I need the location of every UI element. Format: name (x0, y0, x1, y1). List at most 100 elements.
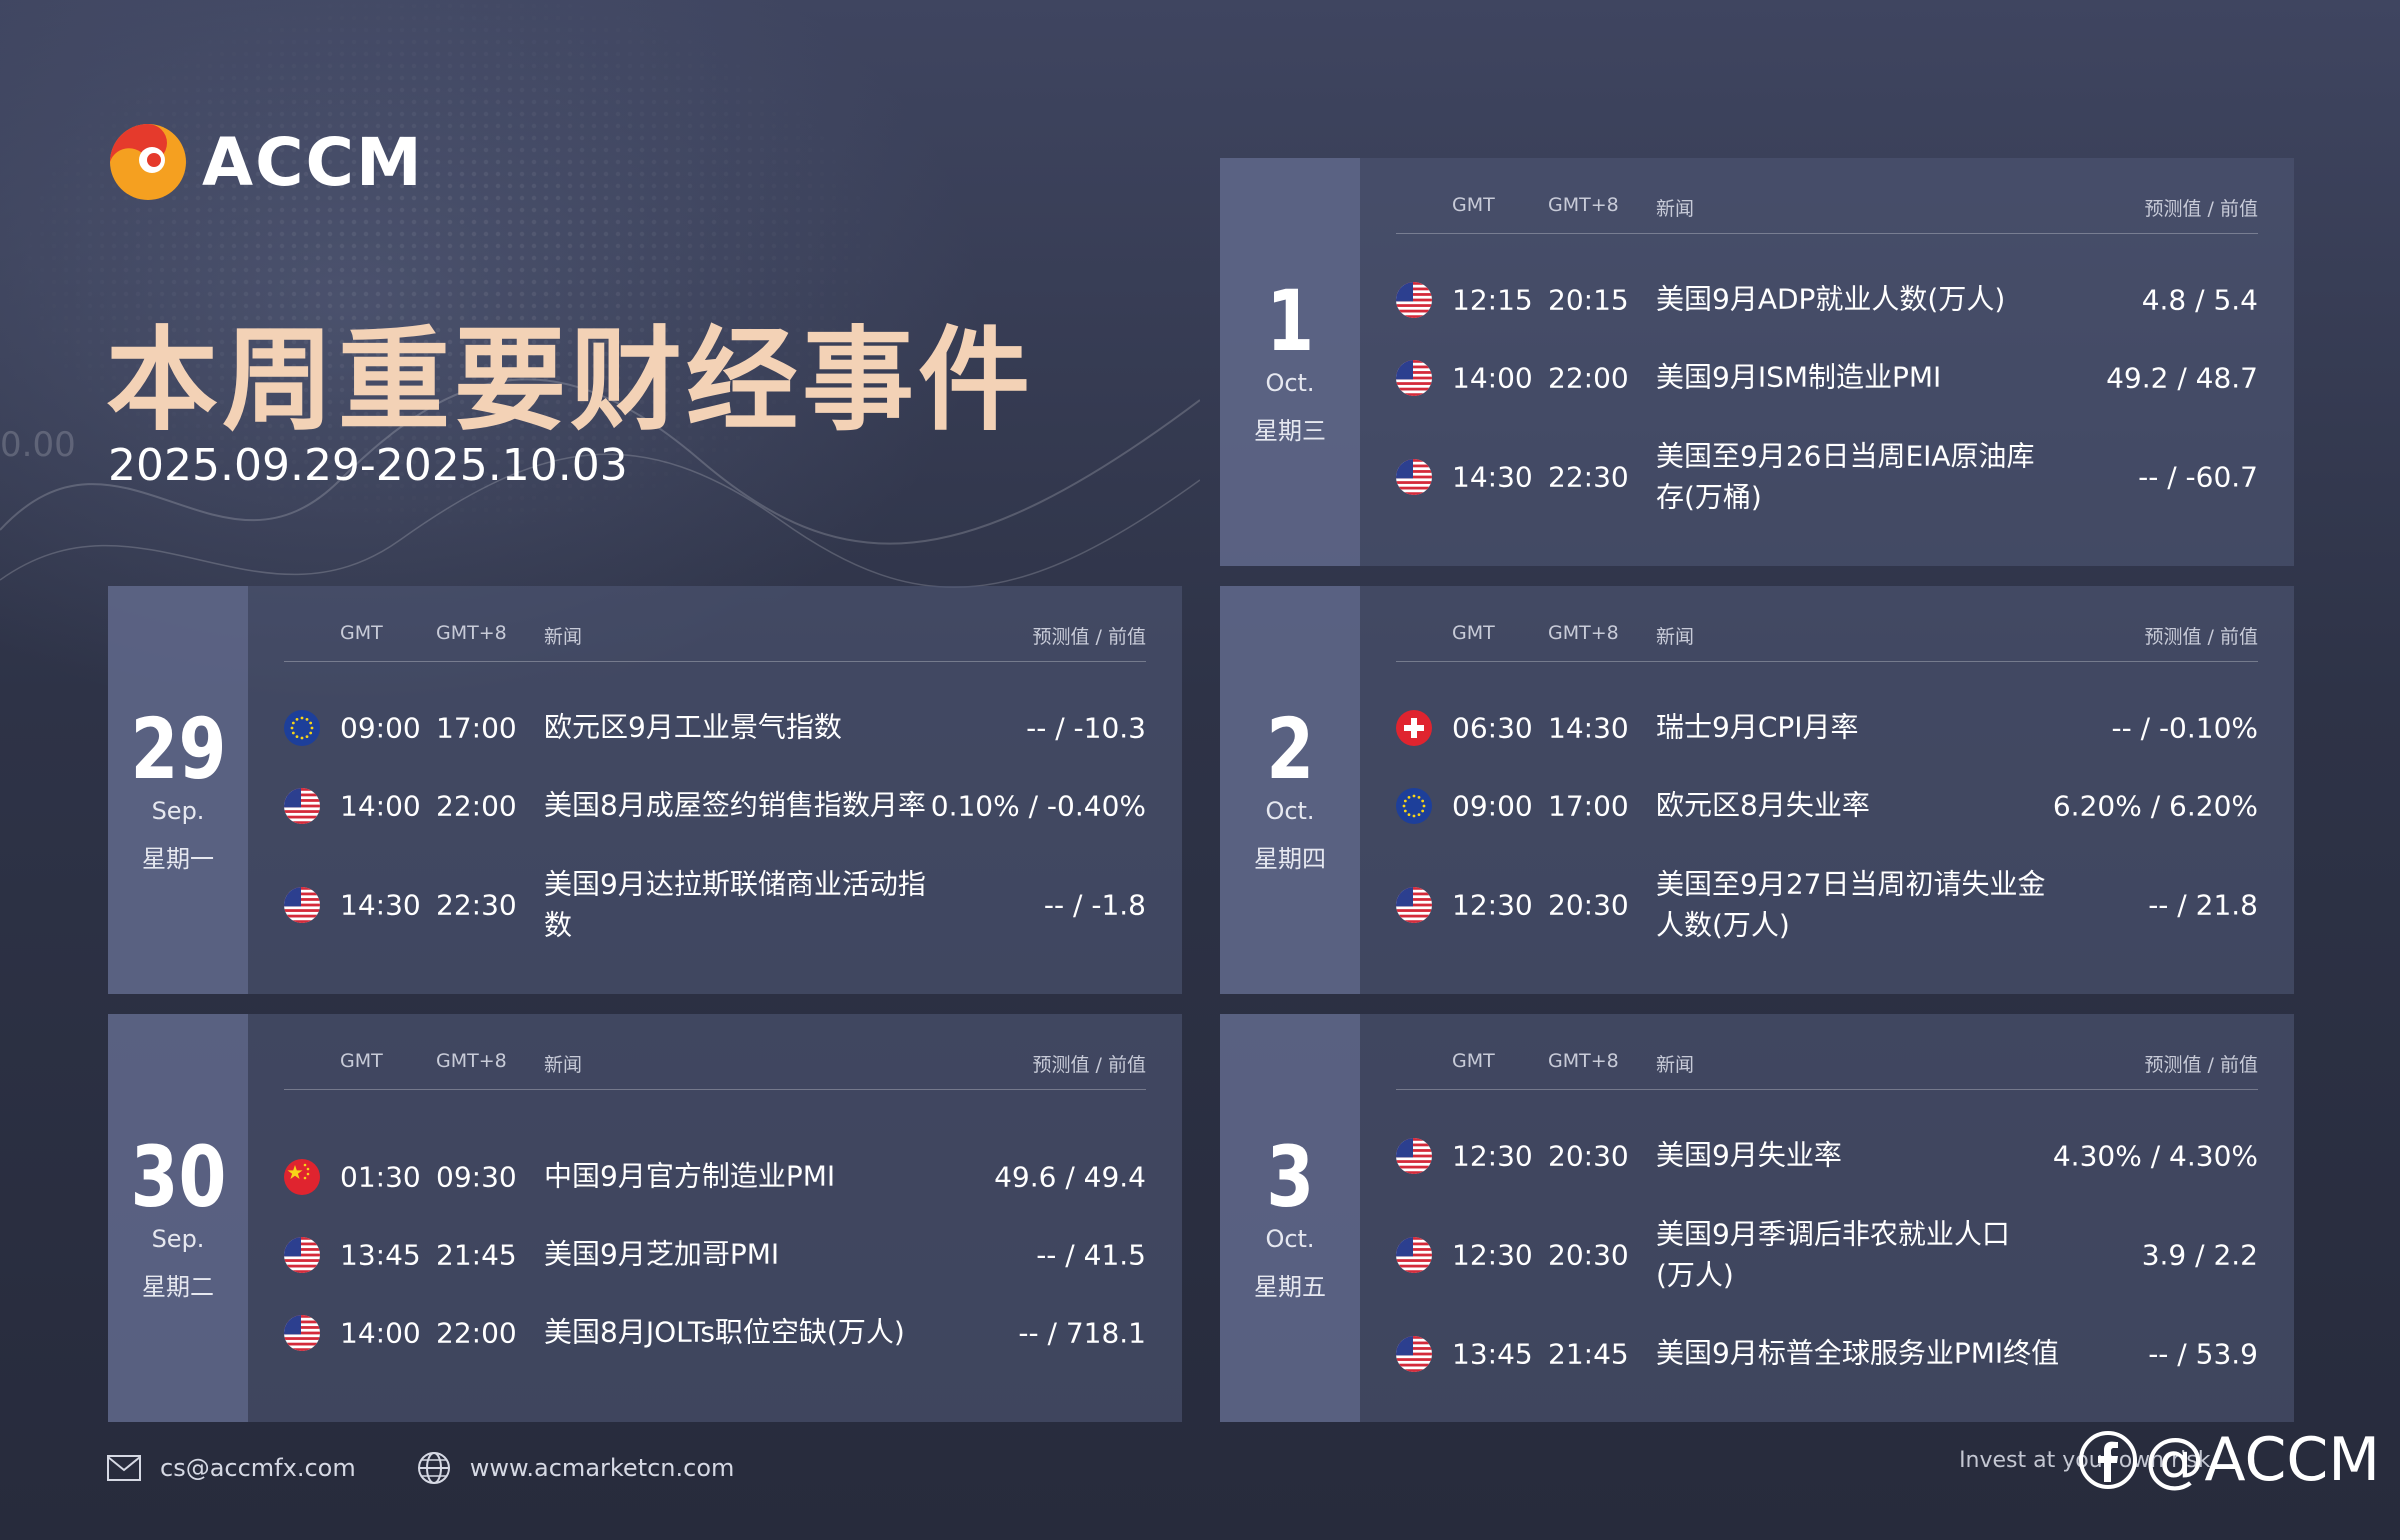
table-row: 09:00 17:00 欧元区8月失业率 6.20% / 6.20% (1396, 771, 2258, 841)
event-name: 美国9月ISM制造业PMI (1656, 360, 1942, 394)
event-name: 欧元区9月工业景气指数 (544, 710, 842, 744)
us-flag-icon (1396, 887, 1432, 923)
date-range: 2025.09.29-2025.10.03 (108, 440, 628, 491)
event-name: 中国9月官方制造业PMI (544, 1159, 836, 1193)
header-gmt8: GMT+8 (1548, 1050, 1619, 1072)
header-news: 新闻 (544, 1054, 583, 1076)
day-badge: 30 Sep. 星期二 (108, 1014, 248, 1422)
social-handle[interactable]: @ACCM (2144, 1425, 2380, 1495)
header-gmt8: GMT+8 (436, 1050, 507, 1072)
events-table: GMT GMT+8 新闻 预测值 / 前值 12:30 20:30 美国9月失业… (1396, 1014, 2258, 1422)
gmt8-time: 09:30 (436, 1160, 517, 1194)
us-flag-icon (1396, 459, 1432, 495)
event-values: 0.10% / -0.40% (930, 789, 1146, 823)
day-badge: 1 Oct. 星期三 (1220, 158, 1360, 566)
day-badge: 2 Oct. 星期四 (1220, 586, 1360, 994)
event-name: 美国9月达拉斯联储商业活动指数 (544, 867, 926, 941)
gmt-time: 12:30 (1452, 888, 1533, 922)
day-month: Sep. (151, 796, 205, 825)
events-table: GMT GMT+8 新闻 预测值 / 前值 12:15 20:15 美国9月AD… (1396, 158, 2258, 566)
day-weekday: 星期四 (1254, 844, 1326, 873)
header-gmt8: GMT+8 (1548, 194, 1619, 216)
footer-website[interactable]: www.acmarketcn.com (470, 1454, 735, 1482)
brand-logo: ACCM (108, 122, 424, 202)
gmt-time: 14:00 (1452, 361, 1533, 395)
header-news: 新闻 (1656, 198, 1695, 220)
day-number: 30 (130, 1127, 226, 1226)
event-name: 美国8月JOLTs职位空缺(万人) (544, 1315, 905, 1349)
header-news: 新闻 (1656, 1054, 1695, 1076)
event-values: 4.30% / 4.30% (2052, 1139, 2258, 1173)
gmt8-time: 22:00 (436, 789, 517, 823)
gmt8-time: 22:30 (1548, 460, 1629, 494)
header-news: 新闻 (1656, 626, 1695, 648)
table-row: 14:00 22:00 美国8月成屋签约销售指数月率 0.10% / -0.40… (284, 771, 1146, 841)
table-header: GMT GMT+8 新闻 预测值 / 前值 (1396, 616, 2258, 662)
header-gmt: GMT (1452, 622, 1495, 644)
gmt8-time: 22:30 (436, 888, 517, 922)
mail-icon (107, 1455, 141, 1481)
gmt-time: 12:30 (1452, 1139, 1533, 1173)
gmt-time: 13:45 (1452, 1337, 1533, 1371)
header-values: 预测值 / 前值 (2144, 1054, 2258, 1076)
table-row: 14:30 22:30 美国至9月26日当周EIA原油库存(万桶) -- / -… (1396, 439, 2258, 513)
table-row: 01:30 09:30 中国9月官方制造业PMI 49.6 / 49.4 (284, 1142, 1146, 1212)
day-weekday: 星期三 (1254, 416, 1326, 445)
gmt8-time: 22:00 (1548, 361, 1629, 395)
day-card-oct1: 1 Oct. 星期三 GMT GMT+8 新闻 预测值 / 前值 12:15 2… (1220, 158, 2294, 566)
china-flag-icon (284, 1159, 320, 1195)
table-row: 12:30 20:30 美国9月季调后非农就业人口(万人) 3.9 / 2.2 (1396, 1217, 2258, 1291)
logo-text: ACCM (202, 123, 424, 201)
event-values: -- / -60.7 (2138, 460, 2258, 494)
event-values: 49.2 / 48.7 (2106, 361, 2258, 395)
gmt8-time: 21:45 (436, 1238, 517, 1272)
gmt8-time: 20:30 (1548, 1238, 1629, 1272)
gmt-time: 12:15 (1452, 283, 1533, 317)
header-news: 新闻 (544, 626, 583, 648)
us-flag-icon (1396, 282, 1432, 318)
us-flag-icon (1396, 1336, 1432, 1372)
gmt8-time: 14:30 (1548, 711, 1629, 745)
event-values: -- / -1.8 (1043, 888, 1146, 922)
gmt8-time: 17:00 (436, 711, 517, 745)
table-row: 12:30 20:30 美国至9月27日当周初请失业金人数(万人) -- / 2… (1396, 867, 2258, 941)
facebook-icon[interactable] (2078, 1430, 2138, 1490)
page-title: 本周重要财经事件 (106, 316, 1034, 446)
table-row: 14:00 22:00 美国8月JOLTs职位空缺(万人) -- / 718.1 (284, 1298, 1146, 1368)
footer-social: Invest at your own risk @ACCM (1959, 1425, 2380, 1495)
header-gmt: GMT (1452, 1050, 1495, 1072)
table-row: 12:30 20:30 美国9月失业率 4.30% / 4.30% (1396, 1121, 2258, 1191)
gmt-time: 12:30 (1452, 1238, 1533, 1272)
table-row: 14:30 22:30 美国9月达拉斯联储商业活动指数 -- / -1.8 (284, 867, 1146, 941)
event-name: 美国9月季调后非农就业人口(万人) (1656, 1217, 2010, 1291)
day-month: Oct. (1265, 1224, 1315, 1253)
header-gmt: GMT (1452, 194, 1495, 216)
events-table: GMT GMT+8 新闻 预测值 / 前值 06:30 14:30 瑞士9月CP… (1396, 586, 2258, 994)
day-month: Sep. (151, 1224, 205, 1253)
day-card-sep30: 30 Sep. 星期二 GMT GMT+8 新闻 预测值 / 前值 01:30 … (108, 1014, 1182, 1422)
globe-icon (417, 1452, 450, 1484)
table-row: 09:00 17:00 欧元区9月工业景气指数 -- / -10.3 (284, 693, 1146, 763)
table-row: 13:45 21:45 美国9月芝加哥PMI -- / 41.5 (284, 1220, 1146, 1290)
gmt-time: 14:30 (1452, 460, 1533, 494)
gmt-time: 06:30 (1452, 711, 1533, 745)
event-values: 3.9 / 2.2 (2141, 1238, 2258, 1272)
table-header: GMT GMT+8 新闻 预测值 / 前值 (284, 616, 1146, 662)
event-values: 6.20% / 6.20% (2052, 789, 2258, 823)
day-card-oct3: 3 Oct. 星期五 GMT GMT+8 新闻 预测值 / 前值 12:30 2… (1220, 1014, 2294, 1422)
eu-flag-icon (1396, 788, 1432, 824)
footer-contact: cs@accmfx.com www.acmarketcn.com (106, 1450, 734, 1486)
us-flag-icon (1396, 1138, 1432, 1174)
day-badge: 29 Sep. 星期一 (108, 586, 248, 994)
day-weekday: 星期一 (142, 844, 214, 873)
event-name: 美国9月标普全球服务业PMI终值 (1656, 1336, 2060, 1370)
footer-email[interactable]: cs@accmfx.com (160, 1454, 356, 1482)
table-row: 06:30 14:30 瑞士9月CPI月率 -- / -0.10% (1396, 693, 2258, 763)
event-values: -- / -10.3 (1026, 711, 1146, 745)
gmt-time: 09:00 (1452, 789, 1533, 823)
event-name: 瑞士9月CPI月率 (1656, 710, 1859, 744)
us-flag-icon (284, 788, 320, 824)
us-flag-icon (284, 887, 320, 923)
event-name: 美国8月成屋签约销售指数月率 (544, 788, 926, 822)
table-row: 14:00 22:00 美国9月ISM制造业PMI 49.2 / 48.7 (1396, 343, 2258, 413)
